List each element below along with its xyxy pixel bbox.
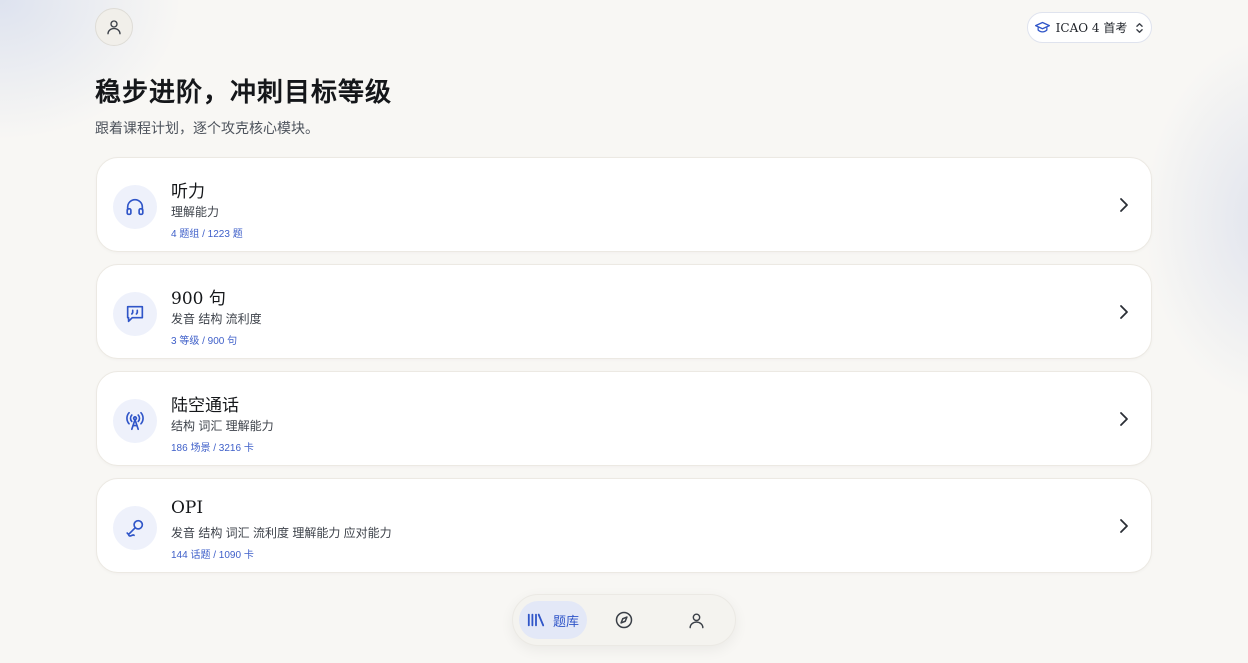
page-subtitle: 跟着课程计划，逐个攻克核心模块。 xyxy=(95,120,319,136)
module-name: 900 句 xyxy=(171,289,226,309)
graduation-cap-icon xyxy=(1034,21,1050,34)
module-stats: 186 场景 / 3216 卡 xyxy=(171,443,254,454)
up-down-chevron-icon xyxy=(1135,22,1144,34)
module-stats: 3 等级 / 900 句 xyxy=(171,336,238,347)
bottom-navigation: 题库 xyxy=(512,594,736,646)
chevron-right-icon xyxy=(1119,411,1129,427)
user-icon xyxy=(688,612,704,628)
module-name: OPI xyxy=(171,498,204,518)
module-skills: 发音 结构 流利度 xyxy=(171,312,262,326)
page-title: 稳步进阶，冲刺目标等级 xyxy=(95,78,393,108)
module-card-900-sentences[interactable]: 900 句 发音 结构 流利度 3 等级 / 900 句 xyxy=(96,264,1152,359)
exam-level-label: ICAO 4 首考 xyxy=(1055,21,1128,35)
quote-message-icon xyxy=(113,292,157,336)
nav-tab-question-bank[interactable]: 题库 xyxy=(519,601,587,639)
module-skills: 发音 结构 词汇 流利度 理解能力 应对能力 xyxy=(171,526,392,540)
module-skills: 结构 词汇 理解能力 xyxy=(171,419,274,433)
nav-tab-profile[interactable] xyxy=(681,601,711,639)
headphones-icon xyxy=(113,185,157,229)
module-stats: 144 话题 / 1090 卡 xyxy=(171,550,254,561)
exam-level-selector[interactable]: ICAO 4 首考 xyxy=(1027,12,1152,43)
module-card-opi[interactable]: OPI 发音 结构 词汇 流利度 理解能力 应对能力 144 话题 / 1090… xyxy=(96,478,1152,573)
module-name: 听力 xyxy=(171,182,205,202)
compass-icon xyxy=(615,611,633,629)
user-icon xyxy=(107,20,121,35)
module-stats: 4 题组 / 1223 题 xyxy=(171,229,243,240)
radio-tower-icon xyxy=(113,399,157,443)
chevron-right-icon xyxy=(1119,518,1129,534)
module-skills: 理解能力 xyxy=(171,205,220,219)
module-name: 陆空通话 xyxy=(171,396,239,416)
nav-tab-explore[interactable] xyxy=(609,601,639,639)
module-list: 听力 理解能力 4 题组 / 1223 题 900 句 发音 结构 流利度 3 … xyxy=(96,157,1152,585)
microphone-icon xyxy=(113,506,157,550)
profile-avatar-button[interactable] xyxy=(95,8,133,46)
nav-tab-label: 题库 xyxy=(552,613,579,629)
chevron-right-icon xyxy=(1119,197,1129,213)
chevron-right-icon xyxy=(1119,304,1129,320)
library-icon xyxy=(527,613,545,627)
module-card-listening[interactable]: 听力 理解能力 4 题组 / 1223 题 xyxy=(96,157,1152,252)
module-card-radiotelephony[interactable]: 陆空通话 结构 词汇 理解能力 186 场景 / 3216 卡 xyxy=(96,371,1152,466)
